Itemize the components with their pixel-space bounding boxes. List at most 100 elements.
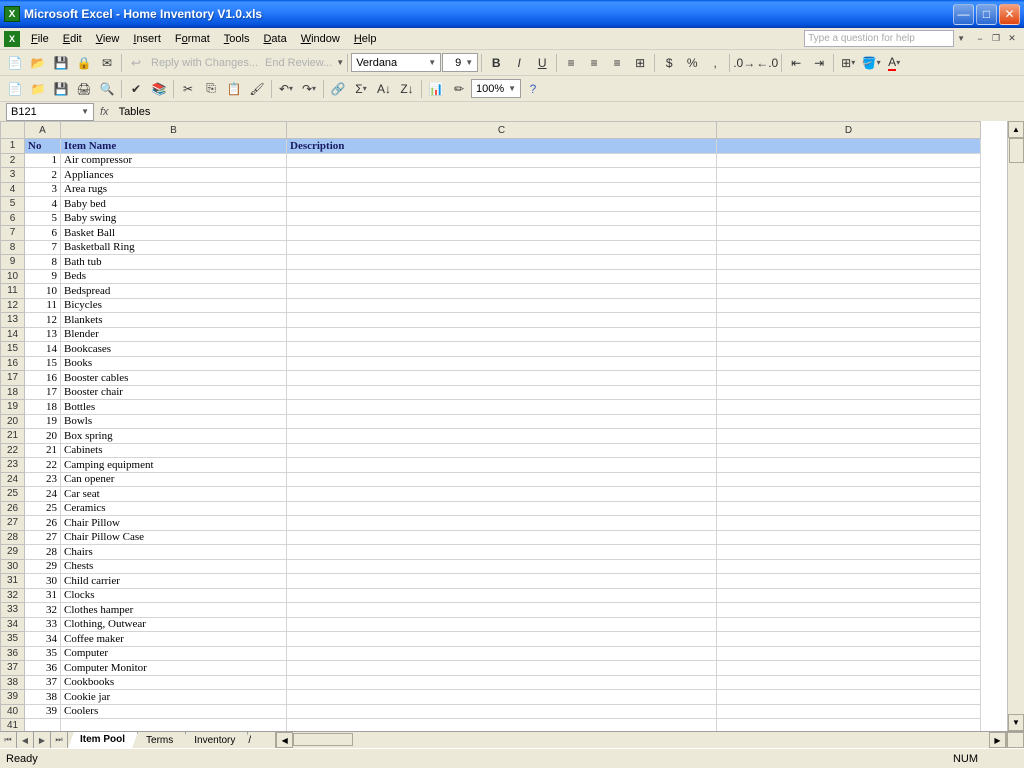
cell-no[interactable]: 31 xyxy=(25,588,61,603)
cell[interactable] xyxy=(717,226,981,241)
cell-desc[interactable] xyxy=(287,559,717,574)
align-center-button[interactable]: ≡ xyxy=(583,52,605,74)
fx-icon[interactable]: fx xyxy=(94,106,115,118)
cell[interactable] xyxy=(717,603,981,618)
cell-desc[interactable] xyxy=(287,298,717,313)
cell-desc[interactable] xyxy=(287,458,717,473)
cell[interactable] xyxy=(717,313,981,328)
menu-data[interactable]: Data xyxy=(256,31,293,47)
cell-item[interactable]: Bath tub xyxy=(61,255,287,270)
row-header[interactable]: 5 xyxy=(1,197,25,212)
cell-item[interactable]: Blankets xyxy=(61,313,287,328)
cell-desc[interactable] xyxy=(287,661,717,676)
row-header[interactable]: 27 xyxy=(1,516,25,531)
cell-desc[interactable] xyxy=(287,516,717,531)
doc-restore-button[interactable]: ❐ xyxy=(988,32,1004,46)
cell-item[interactable]: Box spring xyxy=(61,429,287,444)
cell-desc[interactable] xyxy=(287,487,717,502)
cell-desc[interactable] xyxy=(287,342,717,357)
cell-desc[interactable] xyxy=(287,617,717,632)
cell-desc[interactable] xyxy=(287,153,717,168)
cell[interactable] xyxy=(717,443,981,458)
cell-item[interactable]: Ceramics xyxy=(61,501,287,516)
cell-desc[interactable] xyxy=(287,327,717,342)
print-button[interactable]: 🖨 xyxy=(73,78,95,100)
borders-button[interactable]: ⊞▾ xyxy=(837,52,859,74)
cell[interactable] xyxy=(717,617,981,632)
help-button[interactable]: ? xyxy=(522,78,544,100)
cell[interactable] xyxy=(717,632,981,647)
cell[interactable] xyxy=(25,719,61,732)
cell-no[interactable]: 4 xyxy=(25,197,61,212)
cell-desc[interactable] xyxy=(287,545,717,560)
cell-no[interactable]: 33 xyxy=(25,617,61,632)
cell[interactable] xyxy=(717,588,981,603)
sheet-tab-item-pool[interactable]: Item Pool xyxy=(68,732,138,748)
cell-desc[interactable] xyxy=(287,443,717,458)
cell-item[interactable]: Chair Pillow Case xyxy=(61,530,287,545)
align-right-button[interactable]: ≡ xyxy=(606,52,628,74)
cell-item[interactable]: Chair Pillow xyxy=(61,516,287,531)
cell-no[interactable]: 5 xyxy=(25,211,61,226)
hyperlink-button[interactable]: 🔗 xyxy=(327,78,349,100)
menu-file[interactable]: File xyxy=(24,31,56,47)
cell-no[interactable]: 12 xyxy=(25,313,61,328)
menu-help[interactable]: Help xyxy=(347,31,384,47)
format-painter-button[interactable]: 🖌 xyxy=(246,78,268,100)
cell-item[interactable]: Cabinets xyxy=(61,443,287,458)
mail-button[interactable]: ✉ xyxy=(96,52,118,74)
cell[interactable] xyxy=(717,414,981,429)
cell[interactable] xyxy=(717,458,981,473)
menu-edit[interactable]: Edit xyxy=(56,31,89,47)
comma-button[interactable]: , xyxy=(704,52,726,74)
cell-no[interactable]: 34 xyxy=(25,632,61,647)
doc-close-button[interactable]: ✕ xyxy=(1004,32,1020,46)
cell-item[interactable]: Clothing, Outwear xyxy=(61,617,287,632)
increase-indent-button[interactable]: ⇥ xyxy=(808,52,830,74)
cell-item[interactable]: Coffee maker xyxy=(61,632,287,647)
row-header[interactable]: 11 xyxy=(1,284,25,299)
cell[interactable] xyxy=(717,284,981,299)
cell-item[interactable]: Cookie jar xyxy=(61,690,287,705)
cell-no[interactable]: 10 xyxy=(25,284,61,299)
cell-no[interactable]: 3 xyxy=(25,182,61,197)
cell-no[interactable]: 28 xyxy=(25,545,61,560)
menu-format[interactable]: Format xyxy=(168,31,217,47)
row-header[interactable]: 9 xyxy=(1,255,25,270)
research-button[interactable]: 📚 xyxy=(148,78,170,100)
cell-item[interactable]: Baby bed xyxy=(61,197,287,212)
cell-item[interactable]: Child carrier xyxy=(61,574,287,589)
row-header[interactable]: 35 xyxy=(1,632,25,647)
cell-no[interactable]: 38 xyxy=(25,690,61,705)
cell-item[interactable]: Bowls xyxy=(61,414,287,429)
fill-color-button[interactable]: 🪣▾ xyxy=(860,52,882,74)
row-header[interactable]: 17 xyxy=(1,371,25,386)
row-header[interactable]: 10 xyxy=(1,269,25,284)
cell-item[interactable]: Appliances xyxy=(61,168,287,183)
column-header-B[interactable]: B xyxy=(61,122,287,139)
cell[interactable] xyxy=(717,690,981,705)
menu-window[interactable]: Window xyxy=(294,31,347,47)
cell[interactable] xyxy=(717,719,981,732)
cell-no[interactable]: 23 xyxy=(25,472,61,487)
cell[interactable] xyxy=(717,356,981,371)
cell-desc[interactable] xyxy=(287,269,717,284)
close-button[interactable]: ✕ xyxy=(999,4,1020,25)
row-header[interactable]: 21 xyxy=(1,429,25,444)
cell-item[interactable]: Baby swing xyxy=(61,211,287,226)
cell[interactable] xyxy=(717,153,981,168)
cell-no[interactable]: 39 xyxy=(25,704,61,719)
cell[interactable] xyxy=(717,342,981,357)
row-header[interactable]: 15 xyxy=(1,342,25,357)
cell-item[interactable]: Cookbooks xyxy=(61,675,287,690)
percent-button[interactable]: % xyxy=(681,52,703,74)
cell-no[interactable]: 18 xyxy=(25,400,61,415)
font-color-button[interactable]: A▾ xyxy=(883,52,905,74)
cell-desc[interactable] xyxy=(287,501,717,516)
cell-no[interactable]: 24 xyxy=(25,487,61,502)
row-header[interactable]: 6 xyxy=(1,211,25,226)
row-header[interactable]: 14 xyxy=(1,327,25,342)
cell[interactable] xyxy=(717,675,981,690)
decrease-decimal-button[interactable]: ←.0 xyxy=(756,52,778,74)
cell[interactable] xyxy=(717,501,981,516)
